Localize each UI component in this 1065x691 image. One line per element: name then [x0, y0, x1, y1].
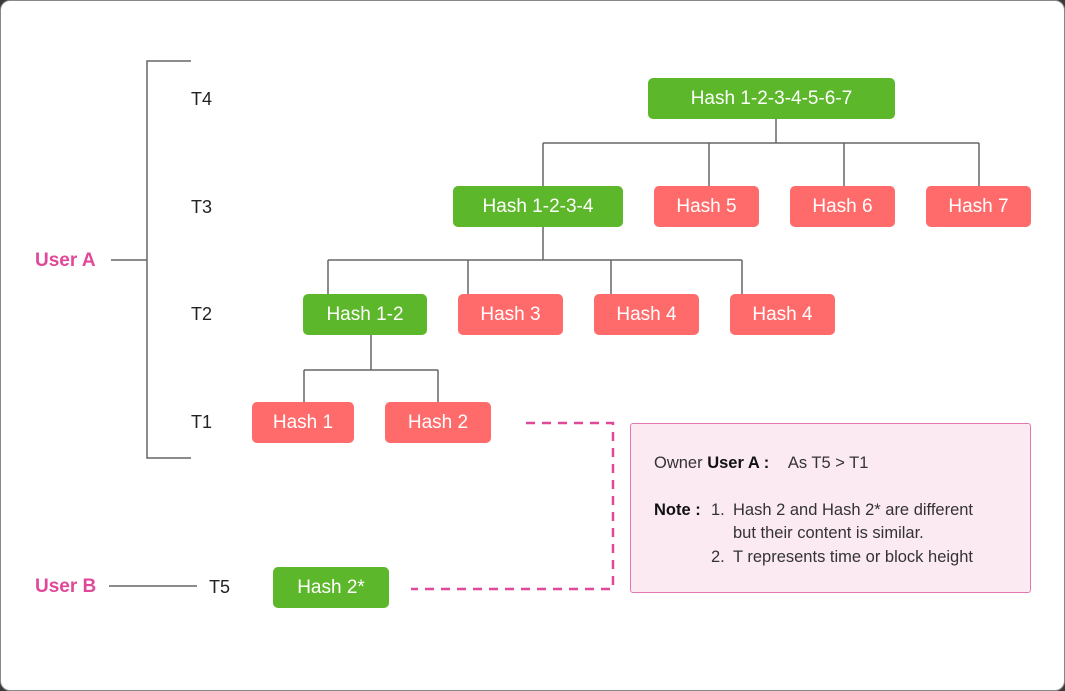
time-label-t2: T2: [191, 304, 213, 324]
time-label-t4: T4: [191, 89, 213, 109]
h1234-connector: [327, 227, 743, 294]
owner-line: Owner User A : As T5 > T1: [654, 454, 868, 473]
node-hash-2-star: Hash 2*: [273, 567, 389, 608]
user-a-label: User A: [35, 250, 96, 271]
node-hash-1: Hash 1: [252, 402, 354, 443]
node-hash-7: Hash 7: [926, 186, 1031, 227]
owner-prefix: Owner: [654, 454, 703, 472]
node-hash-6: Hash 6: [790, 186, 895, 227]
node-hash-2: Hash 2: [385, 402, 491, 443]
node-hash-4-second: Hash 4: [730, 294, 835, 335]
node-hash-4: Hash 4: [594, 294, 699, 335]
time-label-t5: T5: [209, 577, 231, 597]
owner-user: User A :: [707, 454, 770, 472]
user-a-bracket: [111, 60, 191, 459]
time-label-t3: T3: [191, 197, 213, 217]
user-b-label: User B: [35, 576, 97, 597]
root-connector: [542, 119, 980, 186]
dashed-link: [411, 421, 615, 591]
node-root-hash: Hash 1-2-3-4-5-6-7: [648, 78, 895, 119]
note-label: Note :: [654, 501, 701, 519]
owner-reason: As T5 > T1: [787, 454, 869, 472]
node-hash-3: Hash 3: [458, 294, 563, 335]
node-hash-12: Hash 1-2: [303, 294, 427, 335]
diagram-canvas: T4 T3 T2 T1 T5 User A User B Hash 1-2-3-…: [0, 0, 1065, 691]
time-label-t1: T1: [191, 412, 213, 432]
note-item2-text: T represents time or block height: [733, 548, 973, 566]
note-item1-line1: Hash 2 and Hash 2* are different: [733, 501, 974, 519]
note-item1-line2: but their content is similar.: [733, 524, 924, 542]
note-box: Owner User A : As T5 > T1 Note : 1. Hash…: [630, 423, 1031, 593]
note-item2-num: 2.: [711, 548, 725, 566]
node-hash-5: Hash 5: [654, 186, 759, 227]
h12-connector: [303, 335, 439, 402]
node-hash-1234: Hash 1-2-3-4: [453, 186, 623, 227]
note-item1-num: 1.: [711, 501, 725, 519]
